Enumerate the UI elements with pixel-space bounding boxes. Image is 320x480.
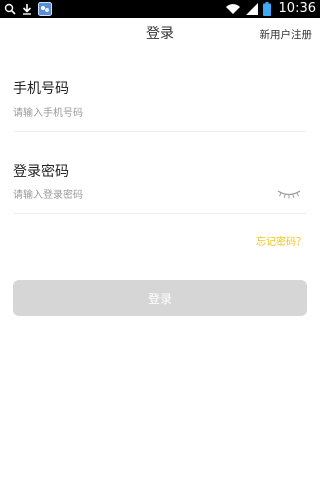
clock: 10:36 (278, 1, 316, 16)
system-icons: 10:36 (225, 1, 316, 17)
password-label: 登录密码 (13, 164, 69, 180)
password-divider (13, 213, 307, 214)
phone-divider (13, 131, 307, 132)
notification-icons (4, 2, 52, 16)
login-button[interactable]: 登录 (13, 280, 307, 316)
download-icon (22, 3, 32, 15)
register-link[interactable]: 新用户注册 (260, 27, 313, 42)
battery-icon (262, 2, 271, 16)
forgot-password-link[interactable]: 忘记密码？ (256, 233, 306, 248)
phone-input[interactable] (13, 103, 305, 123)
signal-icon (245, 3, 258, 15)
app-notification-icon (38, 2, 52, 16)
status-bar: 10:36 (0, 0, 320, 18)
phone-label: 手机号码 (13, 81, 69, 97)
password-input[interactable] (13, 185, 268, 205)
title-bar: 登录 新用户注册 (0, 18, 320, 48)
wifi-icon (225, 3, 241, 15)
login-button-label: 登录 (147, 291, 172, 306)
eye-closed-icon[interactable] (274, 186, 304, 202)
search-icon (4, 3, 16, 15)
